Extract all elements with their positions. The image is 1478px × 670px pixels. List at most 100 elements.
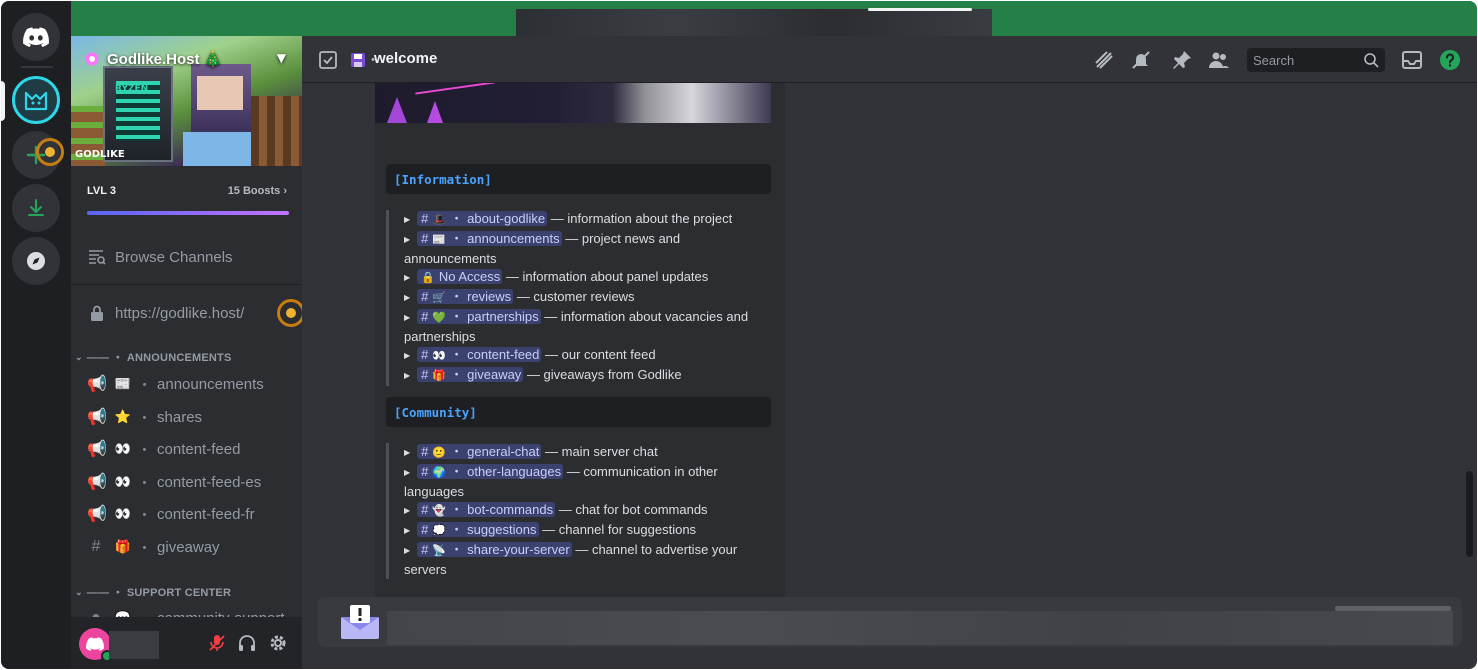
banner-logo: GODLIKE — [75, 149, 125, 160]
channel-mention[interactable]: # 🛒 ・ reviews — [417, 289, 514, 304]
browse-channels-label: Browse Channels — [115, 248, 233, 266]
explore-icon[interactable] — [12, 237, 60, 285]
channel-mention[interactable]: # 🌍 ・ other-languages — [417, 464, 564, 479]
information-channel-list: ▶ # 🎩 ・ about-godlike — information about th… — [386, 210, 771, 386]
discord-home-icon[interactable] — [12, 13, 60, 61]
download-icon[interactable] — [12, 184, 60, 232]
channel-emoji: ⭐ — [114, 409, 132, 424]
category-support-center[interactable]: ⌄ —— ・ SUPPORT CENTER — [75, 584, 231, 600]
threads-icon[interactable] — [1092, 48, 1116, 72]
sidebar-channel-announcements[interactable]: 📢 📰 ・ announcements — [79, 368, 295, 400]
channel-emoji: 👀 — [114, 441, 132, 456]
channel-mention[interactable]: # 💚 ・ partnerships — [417, 309, 541, 324]
megaphone-icon: 📢 — [87, 474, 107, 491]
channel-emoji: 📰 — [114, 376, 132, 391]
channel-mention[interactable]: # 👀 ・ content-feed — [417, 347, 542, 362]
redacted-username — [109, 631, 159, 659]
browse-channels-icon — [87, 247, 107, 267]
channel-emoji: 👀 — [114, 474, 132, 489]
boost-level: LVL 3 — [87, 185, 116, 197]
headphones-icon[interactable] — [235, 631, 259, 655]
server-rail — [1, 1, 71, 669]
channel-header: ・ welcome Search — [302, 36, 1477, 83]
boost-count: 15 Boosts — [227, 185, 281, 197]
sidebar-channel-content-feed[interactable]: 📢 👀 ・ content-feed — [79, 433, 295, 465]
sidebar-channel-shares[interactable]: 📢 ⭐ ・ shares — [79, 401, 295, 433]
members-icon[interactable] — [1207, 48, 1231, 72]
channel-mention[interactable]: # 🙂 ・ general-chat — [417, 444, 542, 459]
banner-cpu-label: RYZEN — [115, 84, 149, 94]
browse-channels[interactable]: Browse Channels — [79, 241, 295, 273]
server-header[interactable]: Godlike.Host 🎄 ▼ — [71, 48, 302, 70]
channel-title: welcome — [374, 50, 438, 67]
channel-mention[interactable]: # 🎁 ・ giveaway — [417, 367, 524, 382]
search-placeholder: Search — [1253, 52, 1295, 68]
list-item: ▶ # 🛒 ・ reviews — customer reviews — [404, 289, 635, 304]
hint-marker-icon — [277, 299, 302, 327]
megaphone-icon: 📢 — [87, 441, 107, 458]
chevron-down-icon[interactable]: ▼ — [277, 51, 286, 65]
microphone-muted-icon[interactable] — [205, 631, 229, 655]
lock-icon — [87, 303, 107, 323]
channel-name: shares — [157, 408, 203, 426]
list-item: ▶ # 💚 ・ partnerships — information about vac… — [404, 309, 749, 344]
search-input[interactable]: Search — [1247, 48, 1385, 72]
channel-name: announcements — [157, 375, 264, 393]
selected-server-indicator — [1, 81, 5, 121]
list-item: ▶ # 🙂 ・ general-chat — main server chat — [404, 444, 658, 459]
channel-mention[interactable]: # 📰 ・ announcements — [417, 231, 562, 246]
channel-mention[interactable]: # 📡 ・ share-your-server — [417, 542, 572, 557]
welcome-banner-image — [375, 83, 771, 123]
channel-mention-locked[interactable]: 🔒 No Access — [417, 269, 503, 284]
category-label: —— ・ ANNOUNCEMENTS — [86, 352, 232, 364]
category-label: —— ・ SUPPORT CENTER — [86, 587, 232, 599]
message-scrollbar[interactable] — [1466, 471, 1473, 557]
sidebar-channel-content-feed-es[interactable]: 📢 👀 ・ content-feed-es — [79, 466, 295, 498]
server-verified-icon — [85, 52, 99, 66]
channel-name: giveaway — [157, 538, 220, 556]
help-icon[interactable] — [1438, 48, 1462, 72]
pin-icon[interactable] — [1170, 48, 1194, 72]
megaphone-icon: 📢 — [87, 409, 107, 426]
megaphone-icon: 📢 — [87, 376, 107, 393]
community-channel-list: ▶ # 🙂 ・ general-chat — main server chat ▶ # 🌍 ・… — [386, 443, 771, 579]
chevron-right-icon: › — [283, 185, 287, 197]
channel-name: content-feed-fr — [157, 505, 255, 523]
mute-icon[interactable] — [1129, 48, 1153, 72]
godlike-server-icon[interactable] — [12, 76, 60, 124]
megaphone-icon: 📢 — [87, 506, 107, 523]
channel-emoji: 🎁 — [114, 539, 132, 554]
channel-mention[interactable]: # 👻 ・ bot-commands — [417, 502, 556, 517]
message-composer — [317, 597, 1462, 647]
envelope-alert-icon — [337, 603, 383, 641]
settings-icon[interactable] — [266, 631, 290, 655]
discord-app: RYZEN GODLIKE Godlike.Host 🎄 ▼ LVL 3 15 … — [1, 1, 1477, 669]
hashtag-icon: # — [91, 538, 101, 555]
search-icon — [1363, 52, 1379, 71]
list-item: ▶ # 📰 ・ announcements — project news and ann… — [404, 231, 681, 266]
server-banner: RYZEN GODLIKE Godlike.Host 🎄 ▼ — [71, 36, 302, 166]
channel-name: content-feed — [157, 440, 241, 458]
server-name: Godlike.Host 🎄 — [107, 51, 223, 68]
rail-separator — [21, 66, 53, 68]
channel-mention[interactable]: # 💭 ・ suggestions — [417, 522, 539, 537]
list-item: ▶ # 👻 ・ bot-commands — chat for bot commands — [404, 502, 708, 517]
channel-emoji: 👀 — [114, 506, 132, 521]
inbox-icon[interactable] — [1400, 48, 1424, 72]
sidebar-channel-giveaway[interactable]: # 🎁 ・ giveaway — [79, 531, 295, 563]
redacted-notice — [516, 8, 992, 36]
composer-action-bar — [1335, 606, 1451, 611]
locked-link-channel[interactable]: https://godlike.host/ — [79, 297, 295, 329]
category-announcements[interactable]: ⌄ —— ・ ANNOUNCEMENTS — [75, 349, 232, 365]
rules-channel-icon — [316, 48, 340, 72]
top-notice-bar — [71, 1, 1477, 36]
boost-progress[interactable]: LVL 3 15 Boosts › — [87, 185, 287, 197]
list-item: ▶ # 💭 ・ suggestions — channel for suggestion… — [404, 522, 697, 537]
list-item: ▶ # 🎩 ・ about-godlike — information about th… — [404, 211, 733, 226]
hint-marker-icon — [36, 138, 64, 166]
locked-link-label: https://godlike.host/ — [115, 304, 245, 322]
list-item: ▶ # 👀 ・ content-feed — our content feed — [404, 347, 656, 362]
channel-mention[interactable]: # 🎩 ・ about-godlike — [417, 211, 548, 226]
list-item: ▶ # 📡 ・ share-your-server — channel to adver… — [404, 542, 738, 577]
sidebar-channel-content-feed-fr[interactable]: 📢 👀 ・ content-feed-fr — [79, 498, 295, 530]
